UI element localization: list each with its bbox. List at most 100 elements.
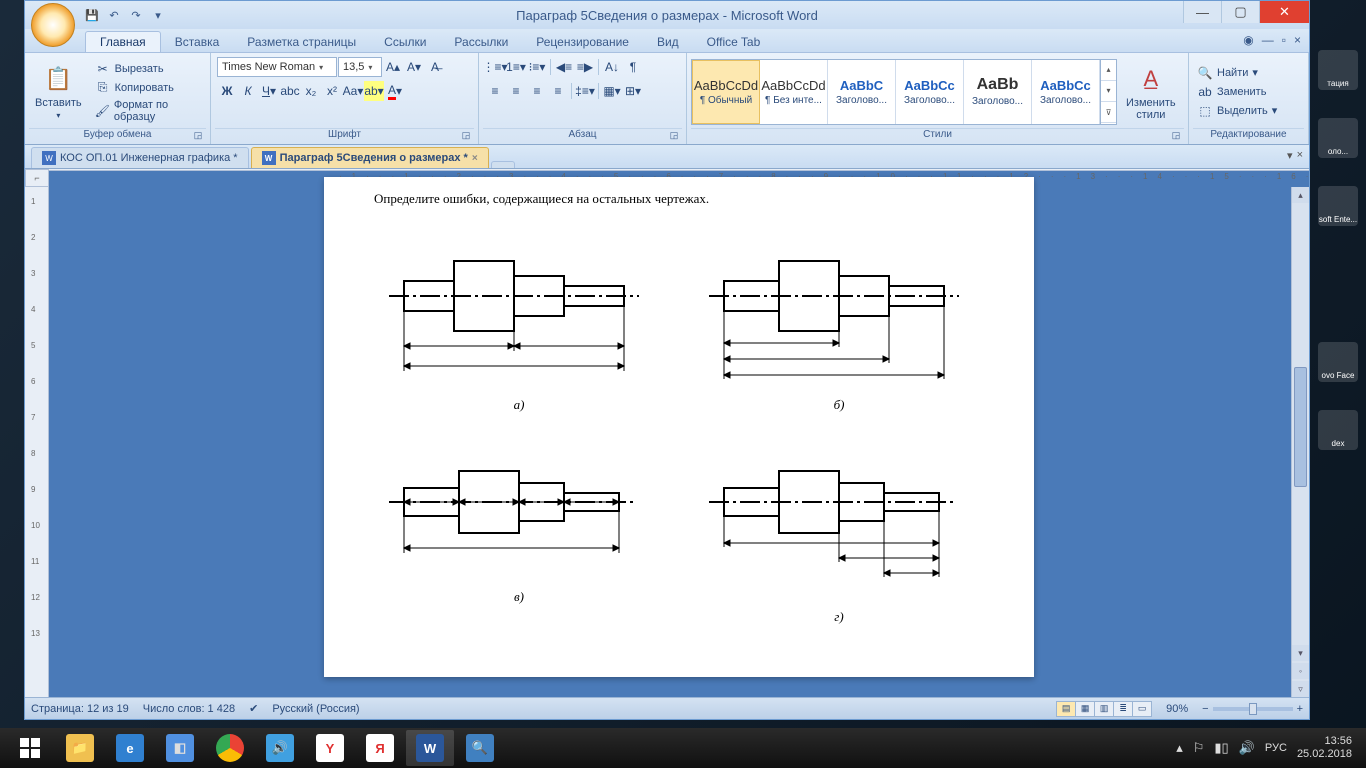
ruler-toggle[interactable]: ⌐ xyxy=(25,169,49,187)
taskbar-app[interactable]: ◧ xyxy=(156,730,204,766)
desktop-shortcut[interactable]: dex xyxy=(1318,410,1358,450)
select-button[interactable]: ⬚Выделить ▾ xyxy=(1193,102,1281,120)
style-subtitle[interactable]: AaBbCcЗаголово... xyxy=(1032,60,1100,124)
taskbar-ie[interactable]: e xyxy=(106,730,154,766)
tab-close-icon[interactable]: × xyxy=(472,153,478,164)
align-center-icon[interactable]: ≡ xyxy=(506,81,526,101)
style-title[interactable]: AaBbЗаголово... xyxy=(964,60,1032,124)
outline-view-icon[interactable]: ≣ xyxy=(1113,701,1133,717)
clipboard-launcher-icon[interactable]: ◲ xyxy=(192,130,204,142)
tab-review[interactable]: Рецензирование xyxy=(522,32,643,52)
style-normal[interactable]: AaBbCcDd¶ Обычный xyxy=(692,60,760,124)
scroll-down-icon[interactable]: ▾ xyxy=(1292,645,1309,661)
doc-close-icon[interactable]: × xyxy=(1294,33,1301,47)
font-launcher-icon[interactable]: ◲ xyxy=(460,130,472,142)
taskbar-word[interactable]: W xyxy=(406,730,454,766)
tabs-close-icon[interactable]: × xyxy=(1297,149,1303,162)
zoom-label[interactable]: 90% xyxy=(1166,703,1188,715)
zoom-out-icon[interactable]: − xyxy=(1202,703,1208,715)
shading-icon[interactable]: ▦▾ xyxy=(602,81,622,101)
tab-page-layout[interactable]: Разметка страницы xyxy=(233,32,370,52)
taskbar-yandex2[interactable]: Я xyxy=(356,730,404,766)
horizontal-ruler[interactable]: ·1···1···2···3···4···5···6···7···8···9··… xyxy=(49,169,1309,171)
print-layout-view-icon[interactable]: ▤ xyxy=(1056,701,1076,717)
vertical-scrollbar[interactable]: ▴ ▾ ◦ ▿ xyxy=(1291,187,1309,697)
taskbar-app2[interactable]: 🔊 xyxy=(256,730,304,766)
grow-font-icon[interactable]: A▴ xyxy=(383,57,403,77)
tray-network-icon[interactable]: ▮▯ xyxy=(1214,740,1228,756)
desktop-shortcut[interactable]: оло... xyxy=(1318,118,1358,158)
tray-language[interactable]: РУС xyxy=(1265,742,1287,754)
close-button[interactable]: ✕ xyxy=(1259,1,1309,23)
numbering-icon[interactable]: 1≡▾ xyxy=(506,57,526,77)
doc-restore-icon[interactable]: ▫ xyxy=(1282,33,1286,47)
replace-button[interactable]: abЗаменить xyxy=(1193,83,1281,101)
format-painter-button[interactable]: 🖌Формат по образцу xyxy=(91,98,206,124)
cut-button[interactable]: ✂Вырезать xyxy=(91,60,206,78)
subscript-icon[interactable]: x₂ xyxy=(301,81,321,101)
language-indicator[interactable]: Русский (Россия) xyxy=(272,703,359,715)
qat-redo-icon[interactable]: ↷ xyxy=(127,6,145,24)
taskbar-chrome[interactable] xyxy=(206,730,254,766)
desktop-shortcut[interactable]: тация xyxy=(1318,50,1358,90)
styles-launcher-icon[interactable]: ◲ xyxy=(1170,130,1182,142)
ribbon-minimize-icon[interactable]: — xyxy=(1262,33,1274,47)
zoom-slider-thumb[interactable] xyxy=(1249,703,1257,715)
proofing-icon[interactable]: ✔ xyxy=(249,702,258,715)
tab-mailings[interactable]: Рассылки xyxy=(440,32,522,52)
paragraph-launcher-icon[interactable]: ◲ xyxy=(668,130,680,142)
bold-icon[interactable]: Ж xyxy=(217,81,237,101)
style-no-spacing[interactable]: AaBbCcDd¶ Без инте... xyxy=(760,60,828,124)
gallery-expand-icon[interactable]: ⊽ xyxy=(1101,102,1116,123)
borders-icon[interactable]: ⊞▾ xyxy=(623,81,643,101)
next-page-icon[interactable]: ▿ xyxy=(1292,681,1309,697)
highlight-icon[interactable]: ab▾ xyxy=(364,81,384,101)
help-icon[interactable]: ◉ xyxy=(1243,33,1253,47)
shrink-font-icon[interactable]: A▾ xyxy=(404,57,424,77)
font-size-combo[interactable]: 13,5▾ xyxy=(338,57,382,77)
sort-icon[interactable]: A↓ xyxy=(602,57,622,77)
tab-references[interactable]: Ссылки xyxy=(370,32,440,52)
superscript-icon[interactable]: x² xyxy=(322,81,342,101)
indent-increase-icon[interactable]: ≡▶ xyxy=(575,57,595,77)
clear-format-icon[interactable]: A̶ xyxy=(425,57,445,77)
change-case-icon[interactable]: Aa▾ xyxy=(343,81,363,101)
align-left-icon[interactable]: ≡ xyxy=(485,81,505,101)
draft-view-icon[interactable]: ▭ xyxy=(1132,701,1152,717)
zoom-slider-track[interactable] xyxy=(1213,707,1293,711)
style-heading2[interactable]: AaBbCcЗаголово... xyxy=(896,60,964,124)
change-styles-button[interactable]: A̲ Изменить стили xyxy=(1120,61,1182,123)
tray-volume-icon[interactable]: 🔊 xyxy=(1239,740,1255,756)
page-indicator[interactable]: Страница: 12 из 19 xyxy=(31,703,129,715)
tray-flag-icon[interactable]: ⚐ xyxy=(1193,740,1205,756)
justify-icon[interactable]: ≡ xyxy=(548,81,568,101)
taskbar-yandex[interactable]: Y xyxy=(306,730,354,766)
font-color-icon[interactable]: A▾ xyxy=(385,81,405,101)
full-screen-view-icon[interactable]: ▦ xyxy=(1075,701,1095,717)
align-right-icon[interactable]: ≡ xyxy=(527,81,547,101)
document-page[interactable]: Определите ошибки, содержащиеся на остал… xyxy=(324,177,1034,677)
copy-button[interactable]: ⎘Копировать xyxy=(91,79,206,97)
style-heading1[interactable]: AaBbCЗаголово... xyxy=(828,60,896,124)
office-button[interactable] xyxy=(31,3,75,47)
zoom-in-icon[interactable]: + xyxy=(1297,703,1303,715)
line-spacing-icon[interactable]: ‡≡▾ xyxy=(575,81,595,101)
find-button[interactable]: 🔍Найти ▾ xyxy=(1193,64,1281,82)
web-view-icon[interactable]: ▥ xyxy=(1094,701,1114,717)
taskbar-explorer[interactable]: 📁 xyxy=(56,730,104,766)
strike-icon[interactable]: abc xyxy=(280,81,300,101)
tray-expand-icon[interactable]: ▴ xyxy=(1176,740,1183,756)
gallery-up-icon[interactable]: ▴ xyxy=(1101,60,1116,81)
tabs-dropdown-icon[interactable]: ▾ xyxy=(1287,149,1293,162)
start-button[interactable] xyxy=(6,730,54,766)
vertical-ruler[interactable]: 12345678910111213 xyxy=(25,187,49,697)
prev-page-icon[interactable]: ◦ xyxy=(1292,663,1309,679)
bullets-icon[interactable]: ⋮≡▾ xyxy=(485,57,505,77)
gallery-down-icon[interactable]: ▾ xyxy=(1101,81,1116,102)
underline-icon[interactable]: Ч▾ xyxy=(259,81,279,101)
desktop-shortcut[interactable]: ovo Face xyxy=(1318,342,1358,382)
indent-decrease-icon[interactable]: ◀≡ xyxy=(554,57,574,77)
qat-more-icon[interactable]: ▾ xyxy=(149,6,167,24)
qat-save-icon[interactable]: 💾 xyxy=(83,6,101,24)
tab-home[interactable]: Главная xyxy=(85,31,161,52)
